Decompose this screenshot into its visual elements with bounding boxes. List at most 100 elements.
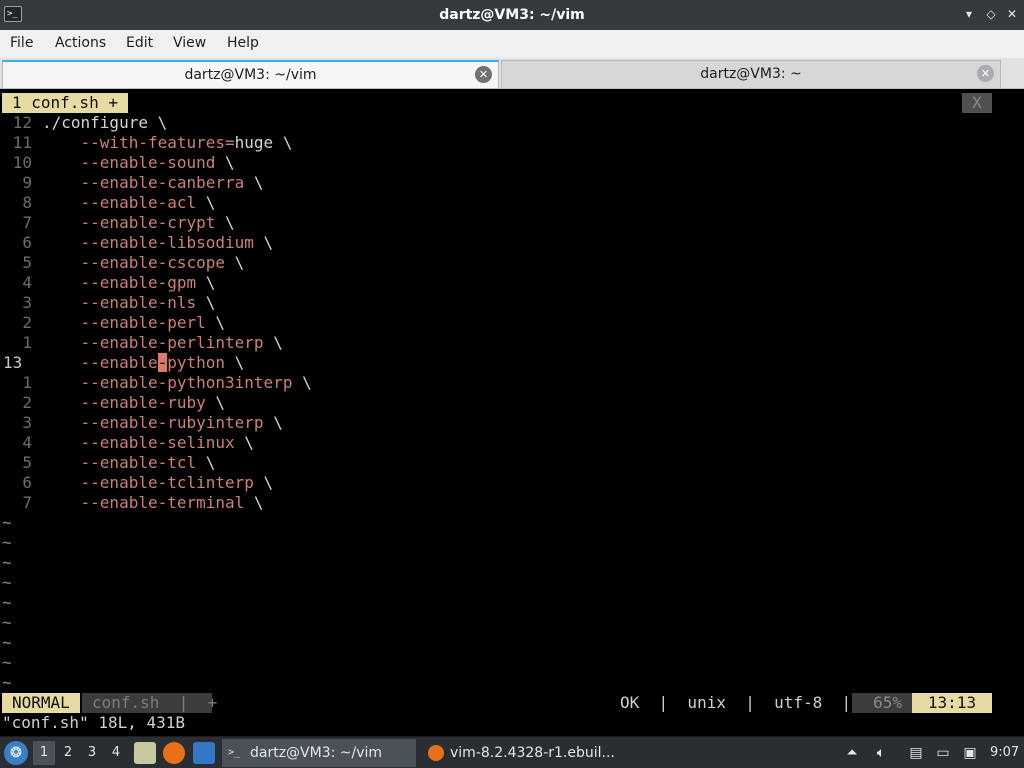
restore-icon[interactable]: ◇ [984,7,998,21]
line-code: --enable-libsodium \ [42,233,274,253]
option-text: --enable-acl [80,193,197,212]
firefox-launcher-icon[interactable] [163,742,185,764]
plain-text: \ [253,473,274,492]
task-label: vim-8.2.4328-r1.ebuil... [450,745,615,761]
vim-tab-close-button[interactable]: X [962,93,992,113]
plain-text: huge \ [234,133,293,152]
option-text: --with-features= [80,133,235,152]
option-text: --enable-tclinterp [80,473,254,492]
vim-tabline: 1 conf.sh + X [0,93,1024,113]
plain-text: \ [263,413,283,432]
minimize-icon[interactable]: ▾ [962,7,976,21]
line-code: --enable-rubyinterp \ [42,413,283,433]
option-text: --enable-perlinterp [80,333,264,352]
volume-icon[interactable]: 🔈︎ [872,744,890,762]
task-firefox[interactable]: vim-8.2.4328-r1.ebuil... [422,739,622,767]
line-code: --enable-perl \ [42,313,226,333]
line-code: --enable-cscope \ [42,253,245,273]
line-number: 1 [22,373,32,392]
line-number: 6 [22,473,32,492]
close-icon[interactable]: ✕ [1005,7,1019,21]
desktop-4[interactable]: 4 [105,741,127,765]
clock[interactable]: 9:07 [990,737,1019,768]
task-terminal[interactable]: >_ dartz@VM3: ~/vim [222,739,416,767]
tab-close-icon[interactable]: ✕ [977,65,994,82]
vim-file-info: OK | unix | utf-8 | sh [620,693,890,712]
menu-help[interactable]: Help [227,30,259,58]
display-icon[interactable]: ▭ [934,744,952,762]
plain-text: \ [215,153,235,172]
tab-vim[interactable]: dartz@VM3: ~/vim ✕ [2,60,499,88]
menu-file[interactable]: File [10,30,33,58]
menu-edit[interactable]: Edit [126,30,153,58]
line-number: 11 [12,133,32,152]
line-number: 2 [22,313,32,332]
empty-line-tilde: ~ [2,573,12,592]
vim-tab-conf[interactable]: 1 conf.sh + [2,93,128,113]
firefox-icon [428,745,444,761]
plain-text: \ [253,233,274,252]
line-code: --with-features=huge \ [42,133,293,153]
option-text: --enable-perl [80,313,206,332]
vim-mode: NORMAL [2,693,80,713]
network-icon[interactable]: ▣ [961,744,979,762]
empty-line-tilde: ~ [2,513,12,532]
empty-line-tilde: ~ [2,533,12,552]
line-number: 7 [22,213,32,232]
plain-text: \ [205,393,226,412]
option-text: --enable-ruby [80,393,206,412]
kde-launcher-icon[interactable]: ❂ [4,741,28,765]
option-text: --enable [80,353,158,372]
terminal-tab-bar: dartz@VM3: ~/vim ✕ dartz@VM3: ~ ✕ [0,58,1024,89]
empty-line-tilde: ~ [2,553,12,572]
option-text: --enable-sound [80,153,216,172]
plain-text: \ [205,313,226,332]
menu-view[interactable]: View [173,30,206,58]
vim-cmdline[interactable]: "conf.sh" 18L, 431B [2,713,185,733]
option-text: --enable-gpm [80,273,197,292]
line-code: --enable-tcl \ [42,453,216,473]
desktop-1[interactable]: 1 [33,741,55,765]
plain-text: \ [263,333,283,352]
line-number: 3 [22,293,32,312]
line-code: --enable-nls \ [42,293,216,313]
desktop-show-icon[interactable] [193,742,215,764]
file-manager-icon[interactable] [134,742,156,764]
line-number: 6 [22,233,32,252]
clipboard-icon[interactable]: ▤ [907,744,925,762]
line-code: --enable-ruby \ [42,393,226,413]
option-text: --enable-terminal [80,493,245,512]
option-text: --enable-rubyinterp [80,413,264,432]
tab-close-icon[interactable]: ✕ [475,66,492,83]
line-number: 4 [22,433,32,452]
line-code: --enable-tclinterp \ [42,473,274,493]
option-text: python [167,353,226,372]
terminal-view[interactable]: 1 conf.sh + X 12 ./configure \ 11 --with-f… [0,90,1024,733]
line-number: 12 [12,113,32,132]
line-code: --enable-acl \ [42,193,216,213]
tab-label: dartz@VM3: ~ [700,66,802,82]
option-text: --enable-python3interp [80,373,293,392]
text-cursor: - [157,353,168,372]
desktop-3[interactable]: 3 [81,741,103,765]
menu-actions[interactable]: Actions [55,30,106,58]
line-number: 7 [22,493,32,512]
line-code: --enable-crypt \ [42,213,235,233]
window-title: dartz@VM3: ~/vim [439,7,585,23]
tab-home[interactable]: dartz@VM3: ~ ✕ [501,60,1001,88]
line-code: --enable-canberra \ [42,173,264,193]
vim-cursor-position: 13:13 [912,693,992,713]
tray-arrow-icon[interactable]: ⏶ [843,744,861,762]
desktop-2[interactable]: 2 [57,741,79,765]
plain-text: \ [292,373,312,392]
line-number: 5 [22,453,32,472]
